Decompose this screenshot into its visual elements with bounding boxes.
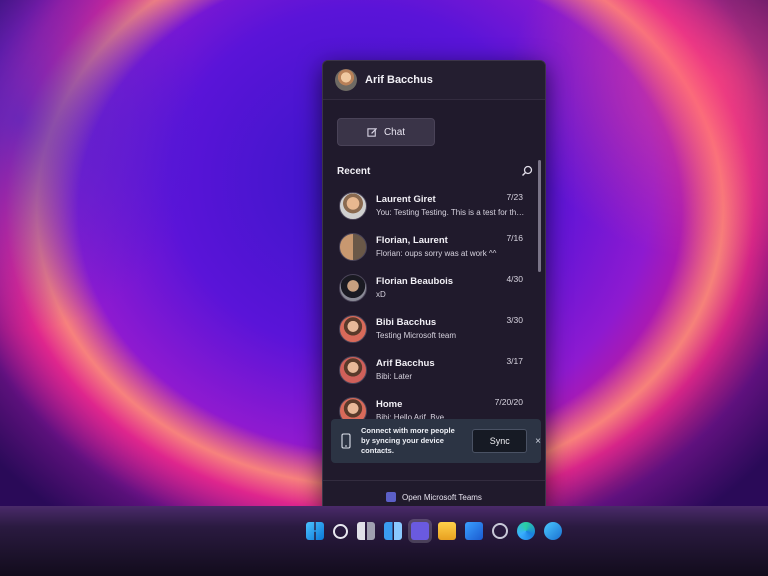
message-preview: Testing Microsoft team — [376, 331, 457, 340]
conversation-text: Arif Bacchus Bibi: Later — [376, 358, 526, 381]
message-preview: xD — [376, 290, 386, 299]
conversation-text: Florian, Laurent Florian: oups sorry was… — [376, 235, 526, 258]
message-date: 7/23 — [506, 192, 523, 202]
sync-contacts-banner: Connect with more people by syncing your… — [331, 419, 541, 463]
recent-label: Recent — [337, 165, 371, 177]
taskbar-icons — [306, 516, 562, 546]
teams-chat-icon[interactable] — [411, 522, 429, 540]
contact-name: Bibi Bacchus — [376, 317, 437, 328]
mail-icon[interactable] — [465, 522, 483, 540]
new-chat-button[interactable]: Chat — [337, 118, 435, 146]
user-name: Arif Bacchus — [365, 74, 433, 86]
conversation-scrollbar[interactable] — [538, 160, 541, 272]
conversation-item[interactable]: Laurent Giret You: Testing Testing. This… — [323, 185, 537, 226]
chat-button-label: Chat — [383, 126, 406, 138]
edge-icon[interactable] — [517, 522, 535, 540]
store-icon[interactable] — [544, 522, 562, 540]
flyout-header: Arif Bacchus — [323, 61, 545, 100]
search-icon[interactable] — [333, 523, 348, 539]
contact-avatar — [339, 314, 367, 343]
contact-name: Laurent Giret — [376, 194, 436, 205]
contact-name: Florian Beaubois — [376, 276, 454, 287]
user-avatar[interactable] — [335, 69, 357, 91]
message-preview: You: Testing Testing. This is a test for… — [376, 208, 526, 217]
message-preview: Florian: oups sorry was at work ^^ — [376, 249, 497, 258]
settings-icon[interactable] — [492, 523, 508, 539]
contact-name: Florian, Laurent — [376, 235, 448, 246]
file-explorer-icon[interactable] — [438, 522, 456, 540]
close-icon[interactable]: × — [535, 436, 541, 447]
teams-icon — [386, 492, 397, 502]
conversation-item[interactable]: Arif Bacchus Bibi: Later 3/17 — [323, 349, 537, 390]
contact-avatar — [339, 273, 367, 302]
phone-icon — [341, 433, 351, 449]
conversation-text: Florian Beaubois xD — [376, 276, 526, 299]
windows-start-icon[interactable] — [306, 522, 324, 540]
sync-button[interactable]: Sync — [472, 429, 528, 453]
search-icon[interactable] — [521, 165, 533, 177]
contact-name: Arif Bacchus — [376, 358, 435, 369]
open-teams-label: Open Microsoft Teams — [402, 492, 482, 502]
chat-flyout: Arif Bacchus Chat Recent Laurent Giret Y… — [322, 60, 546, 514]
task-view-icon[interactable] — [357, 522, 375, 540]
conversation-item[interactable]: Florian Beaubois xD 4/30 — [323, 267, 537, 308]
conversation-list: Laurent Giret You: Testing Testing. This… — [323, 185, 537, 431]
contact-avatar — [339, 232, 367, 261]
conversation-item[interactable]: Florian, Laurent Florian: oups sorry was… — [323, 226, 537, 267]
widgets-icon[interactable] — [384, 522, 402, 540]
conversation-text: Bibi Bacchus Testing Microsoft team — [376, 317, 526, 340]
message-date: 7/20/20 — [494, 397, 523, 407]
message-preview: Bibi: Later — [376, 372, 413, 381]
recent-header: Recent — [337, 164, 533, 178]
message-date: 3/30 — [506, 315, 523, 325]
conversation-text: Laurent Giret You: Testing Testing. This… — [376, 194, 526, 217]
message-date: 7/16 — [506, 233, 523, 243]
contact-avatar — [339, 355, 367, 384]
message-date: 3/17 — [506, 356, 523, 366]
contact-avatar — [339, 191, 367, 220]
compose-icon — [367, 127, 377, 137]
message-date: 4/30 — [506, 274, 523, 284]
conversation-item[interactable]: Bibi Bacchus Testing Microsoft team 3/30 — [323, 308, 537, 349]
sync-message: Connect with more people by syncing your… — [361, 426, 455, 455]
